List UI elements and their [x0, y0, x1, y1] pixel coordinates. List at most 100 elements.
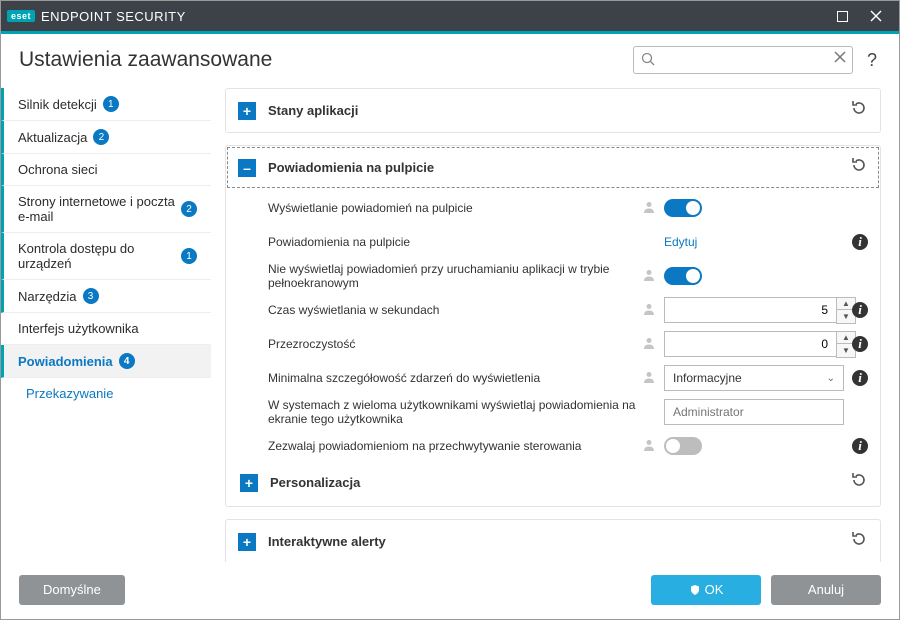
ok-button[interactable]: OK — [651, 575, 761, 605]
badge: 3 — [83, 288, 99, 304]
sidebar-item-tools[interactable]: Narzędzia 3 — [1, 280, 211, 313]
panel-header-desktop-notifications[interactable]: – Powiadomienia na pulpicie — [226, 146, 880, 189]
revert-icon[interactable] — [850, 530, 868, 553]
main-content: + Stany aplikacji – Powiadomienia na pul… — [211, 84, 899, 562]
row-verbosity: Minimalna szczegółowość zdarzeń do wyświ… — [268, 361, 868, 395]
panel-body: Wyświetlanie powiadomień na pulpicie i P… — [226, 189, 880, 506]
revert-icon[interactable] — [850, 99, 868, 122]
panel-desktop-notifications: – Powiadomienia na pulpicie Wyświetlanie… — [225, 145, 881, 507]
row-desktop-notifications-edit: Powiadomienia na pulpicie Edytuj i — [268, 225, 868, 259]
collapse-icon: – — [238, 159, 256, 177]
expand-icon: + — [240, 474, 258, 492]
search-icon — [641, 52, 655, 66]
shield-icon — [689, 584, 701, 596]
toggle-fullscreen-suppress[interactable] — [664, 267, 702, 285]
help-button[interactable]: ? — [863, 50, 881, 71]
panel-app-states: + Stany aplikacji — [225, 88, 881, 133]
panel-title: Stany aplikacji — [268, 103, 850, 118]
panel-interactive-alerts: + Interaktywne alerty — [225, 519, 881, 562]
sidebar-item-forwarding[interactable]: Przekazywanie — [1, 378, 211, 409]
panel-header-interactive-alerts[interactable]: + Interaktywne alerty — [226, 520, 880, 562]
row-multiuser: W systemach z wieloma użytkownikami wyśw… — [268, 395, 868, 429]
badge: 2 — [93, 129, 109, 145]
panel-title: Interaktywne alerty — [268, 534, 850, 549]
info-icon[interactable]: i — [852, 438, 868, 454]
sidebar-item-label: Powiadomienia — [18, 354, 113, 369]
info-icon[interactable]: i — [852, 336, 868, 352]
row-label: Nie wyświetlaj powiadomień przy uruchami… — [268, 262, 634, 290]
sidebar-item-label: Silnik detekcji — [18, 97, 97, 112]
row-fullscreen-suppress: Nie wyświetlaj powiadomień przy uruchami… — [268, 259, 868, 293]
sidebar-item-notifications[interactable]: Powiadomienia 4 — [1, 345, 211, 378]
search-input[interactable] — [633, 46, 853, 74]
row-label: Powiadomienia na pulpicie — [268, 235, 656, 249]
duration-input[interactable] — [664, 297, 836, 323]
header: Ustawienia zaawansowane ? — [1, 34, 899, 84]
sidebar-item-label: Narzędzia — [18, 289, 77, 304]
page-title: Ustawienia zaawansowane — [19, 48, 272, 72]
sidebar-item-device-control[interactable]: Kontrola dostępu do urządzeń1 — [1, 233, 211, 280]
defaults-button[interactable]: Domyślne — [19, 575, 125, 605]
user-icon — [642, 370, 656, 387]
sidebar-item-detection-engine[interactable]: Silnik detekcji 1 — [1, 88, 211, 121]
badge: 2 — [181, 201, 197, 217]
panel-header-app-states[interactable]: + Stany aplikacji — [226, 89, 880, 132]
verbosity-select[interactable]: Informacyjne ⌄ — [664, 365, 844, 391]
multiuser-input[interactable] — [664, 399, 844, 425]
transparency-input[interactable] — [664, 331, 836, 357]
badge: 1 — [181, 248, 197, 264]
expand-icon: + — [238, 533, 256, 551]
user-icon — [642, 200, 656, 217]
sidebar-item-ui[interactable]: Interfejs użytkownika — [1, 313, 211, 345]
revert-icon[interactable] — [850, 471, 868, 494]
row-transparency: Przezroczystość ▲▼ i — [268, 327, 868, 361]
row-label: Czas wyświetlania w sekundach — [268, 303, 634, 317]
row-label: Zezwalaj powiadomieniom na przechwytywan… — [268, 439, 634, 453]
chevron-down-icon: ⌄ — [827, 373, 835, 384]
clear-search-icon[interactable] — [833, 50, 847, 69]
sidebar-item-network-protection[interactable]: Ochrona sieci — [1, 154, 211, 186]
sidebar-item-update[interactable]: Aktualizacja 2 — [1, 121, 211, 154]
sub-section-title: Personalizacja — [270, 475, 850, 490]
row-label: Minimalna szczegółowość zdarzeń do wyświ… — [268, 371, 634, 385]
select-value: Informacyjne — [673, 371, 742, 385]
sub-section-personalization[interactable]: + Personalizacja — [240, 463, 868, 498]
sidebar-item-label: Strony internetowe i poczta e-mail — [18, 194, 175, 224]
expand-icon: + — [238, 102, 256, 120]
number-input-duration: ▲▼ — [664, 297, 844, 324]
window-maximize-button[interactable] — [825, 1, 859, 31]
info-icon[interactable]: i — [852, 302, 868, 318]
sidebar-item-web-email[interactable]: Strony internetowe i poczta e-mail 2 — [1, 186, 211, 233]
row-label: Przezroczystość — [268, 337, 634, 351]
row-label: Wyświetlanie powiadomień na pulpicie — [268, 201, 634, 215]
brand: eset ENDPOINT SECURITY — [7, 9, 186, 24]
cancel-button[interactable]: Anuluj — [771, 575, 881, 605]
badge: 1 — [103, 96, 119, 112]
toggle-steal-focus[interactable] — [664, 437, 702, 455]
sidebar: Silnik detekcji 1 Aktualizacja 2 Ochrona s… — [1, 84, 211, 562]
edit-link[interactable]: Edytuj — [664, 235, 697, 249]
row-duration: Czas wyświetlania w sekundach ▲▼ i — [268, 293, 868, 327]
info-icon[interactable]: i — [852, 370, 868, 386]
window-close-button[interactable] — [859, 1, 893, 31]
toggle-show-notifications[interactable] — [664, 199, 702, 217]
footer: Domyślne OK Anuluj — [1, 562, 899, 617]
brand-logo: eset — [7, 10, 35, 22]
sidebar-item-label: Ochrona sieci — [18, 162, 97, 177]
user-icon — [642, 268, 656, 285]
panel-title: Powiadomienia na pulpicie — [268, 160, 850, 175]
user-icon — [642, 438, 656, 455]
revert-icon[interactable] — [850, 156, 868, 179]
user-icon — [642, 336, 656, 353]
sidebar-item-label: Przekazywanie — [26, 386, 113, 401]
brand-text: ENDPOINT SECURITY — [41, 9, 186, 24]
sidebar-item-label: Aktualizacja — [18, 130, 87, 145]
user-icon — [642, 302, 656, 319]
badge: 4 — [119, 353, 135, 369]
search-wrap — [633, 46, 853, 74]
info-icon[interactable]: i — [852, 234, 868, 250]
row-label: W systemach z wieloma użytkownikami wyśw… — [268, 398, 656, 426]
number-input-transparency: ▲▼ — [664, 331, 844, 358]
titlebar: eset ENDPOINT SECURITY — [1, 1, 899, 31]
sidebar-item-label: Interfejs użytkownika — [18, 321, 139, 336]
